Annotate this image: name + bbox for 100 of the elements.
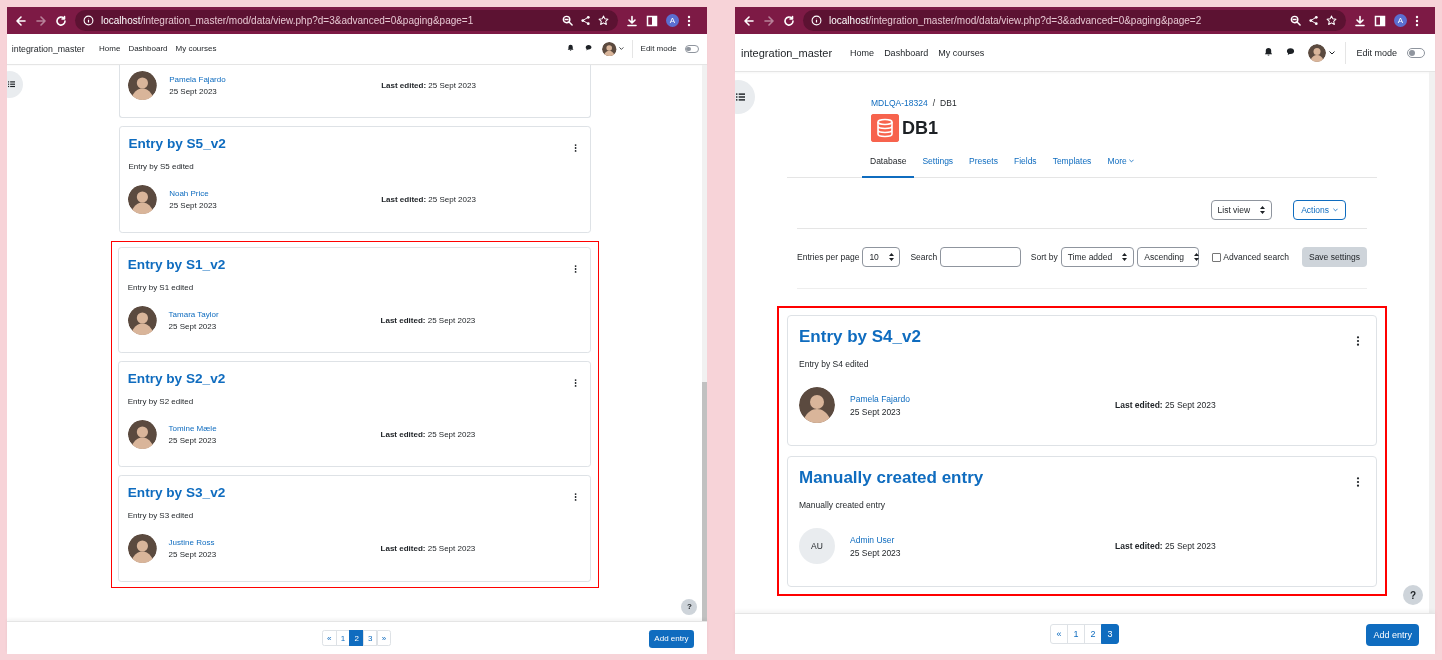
scrollbar[interactable] (1429, 72, 1435, 613)
sort-arrows-icon (888, 253, 894, 261)
page-heading: DB1 (902, 117, 938, 139)
nav-tab[interactable]: Templates (1044, 148, 1100, 178)
entry-title[interactable]: Entry by S5_v2 (128, 136, 581, 153)
reload-icon[interactable] (783, 14, 795, 27)
site-name[interactable]: integration_master (11, 43, 85, 54)
caret-icon (1329, 50, 1336, 55)
user-menu[interactable] (602, 41, 624, 56)
nav-tab[interactable]: More (1099, 148, 1142, 178)
view-select[interactable]: List view (1210, 200, 1273, 220)
page-link[interactable]: 3 (363, 630, 378, 646)
caret-icon (1333, 208, 1338, 212)
user-avatar-icon (127, 534, 157, 564)
nav-link[interactable]: My courses (938, 47, 985, 58)
share-icon[interactable] (580, 14, 592, 27)
entry-description: Entry by S5 edited (128, 161, 195, 171)
save-settings-button[interactable]: Save settings (1301, 247, 1367, 267)
forward-arrow-icon[interactable] (763, 14, 775, 27)
info-icon (83, 14, 95, 27)
page-link[interactable]: 3 (1101, 624, 1119, 644)
select-field[interactable]: 10 (862, 247, 901, 267)
page-link[interactable]: 2 (349, 630, 364, 646)
zoom-icon[interactable] (1290, 14, 1302, 27)
last-edited-text: Last edited: 25 Sept 2023 (380, 315, 477, 325)
select-field[interactable]: Time added (1060, 247, 1135, 267)
profile-button[interactable]: A (666, 14, 679, 27)
nav-link[interactable]: My courses (175, 44, 217, 54)
entry-date: 25 Sept 2023 (168, 321, 217, 331)
entry-title[interactable]: Entry by S2_v2 (127, 371, 582, 388)
back-arrow-icon[interactable] (15, 14, 27, 27)
add-entry-button[interactable]: Add entry (1366, 624, 1419, 646)
select-field[interactable]: Ascending (1137, 247, 1200, 267)
back-arrow-icon[interactable] (743, 14, 755, 27)
address-bar[interactable]: localhost/integration_master/mod/data/view.php?d=3&advanced=0&paging&page=2 (803, 10, 1346, 31)
nav-link[interactable]: Home (850, 47, 875, 58)
nav-link[interactable]: Home (99, 44, 121, 54)
user-avatar-icon (127, 305, 157, 335)
nav-tab[interactable]: Fields (1005, 148, 1045, 178)
page-link[interactable]: « (1050, 624, 1068, 644)
user-avatar-icon (799, 387, 835, 423)
forward-arrow-icon[interactable] (35, 14, 47, 27)
star-icon[interactable] (1326, 14, 1338, 27)
checkbox[interactable] (1212, 252, 1222, 262)
author-link[interactable]: Tomine Mæle (168, 424, 217, 434)
star-icon[interactable] (598, 14, 610, 27)
site-name[interactable]: integration_master (741, 46, 833, 59)
entry-title[interactable]: Entry by S3_v2 (127, 485, 582, 502)
nav-tab[interactable]: Presets (961, 148, 1006, 178)
entry-date: 25 Sept 2023 (169, 86, 217, 96)
sort-arrows-icon (1122, 253, 1128, 261)
nav-link[interactable]: Dashboard (128, 44, 168, 54)
page-link[interactable]: 1 (1067, 624, 1085, 644)
profile-button[interactable]: A (1394, 14, 1407, 27)
entry-date: 25 Sept 2023 (169, 200, 217, 210)
address-bar[interactable]: localhost/integration_master/mod/data/view.php?d=3&advanced=0&paging&page=1 (75, 10, 618, 31)
add-entry-button[interactable]: Add entry (648, 630, 695, 648)
user-avatar: AU (799, 528, 835, 564)
database-icon (871, 114, 899, 142)
nav-link[interactable]: Dashboard (884, 47, 929, 58)
entry-date: 25 Sept 2023 (850, 406, 901, 417)
help-button[interactable]: ? (681, 598, 698, 615)
page-link[interactable]: 2 (1084, 624, 1102, 644)
side-panel-icon[interactable] (1374, 14, 1386, 27)
zoom-icon[interactable] (562, 14, 574, 27)
url-text: localhost/integration_master/mod/data/view.php?d=3&advanced=0&paging&page=1 (101, 15, 475, 26)
sort-arrows-icon (1260, 206, 1266, 214)
entry-description: Manually created entry (799, 500, 886, 510)
sort-arrows-icon (1194, 253, 1199, 261)
last-edited-text: Last edited: 25 Sept 2023 (381, 195, 477, 205)
field-label: Sort by (1030, 252, 1058, 262)
side-panel-icon[interactable] (646, 14, 658, 27)
download-icon[interactable] (626, 14, 638, 27)
nav-tab[interactable]: Database (862, 148, 915, 178)
author-link[interactable]: Pamela Fajardo (169, 75, 226, 85)
caret-icon (619, 47, 624, 51)
user-avatar-icon (602, 41, 617, 56)
user-menu[interactable] (1308, 43, 1336, 62)
download-icon[interactable] (1354, 14, 1366, 27)
actions-button[interactable]: Actions (1293, 200, 1346, 220)
nav-tab[interactable]: Settings (914, 148, 962, 178)
last-edited-text: Last edited: 25 Sept 2023 (381, 80, 477, 90)
author-link[interactable]: Noah Price (169, 189, 209, 199)
info-icon (811, 14, 823, 27)
share-icon[interactable] (1308, 14, 1320, 27)
author-link[interactable]: Pamela Fajardo (850, 393, 910, 404)
help-button[interactable]: ? (1403, 585, 1423, 605)
search-field[interactable] (940, 247, 1021, 267)
scrollbar[interactable] (702, 64, 707, 621)
page-link[interactable]: « (322, 630, 337, 646)
author-link[interactable]: Admin User (850, 534, 895, 545)
checkbox-label: Advanced search (1223, 252, 1289, 262)
entry-description: Entry by S3 edited (127, 510, 195, 520)
author-link[interactable]: Justine Ross (168, 538, 215, 548)
entry-date: 25 Sept 2023 (850, 547, 901, 558)
edit-mode-label: Edit mode (640, 44, 677, 54)
last-edited-text: Last edited: 25 Sept 2023 (1115, 400, 1217, 410)
breadcrumb-link[interactable]: MDLQA-18324 (871, 98, 928, 108)
author-link[interactable]: Tamara Taylor (168, 310, 219, 320)
reload-icon[interactable] (55, 14, 67, 27)
